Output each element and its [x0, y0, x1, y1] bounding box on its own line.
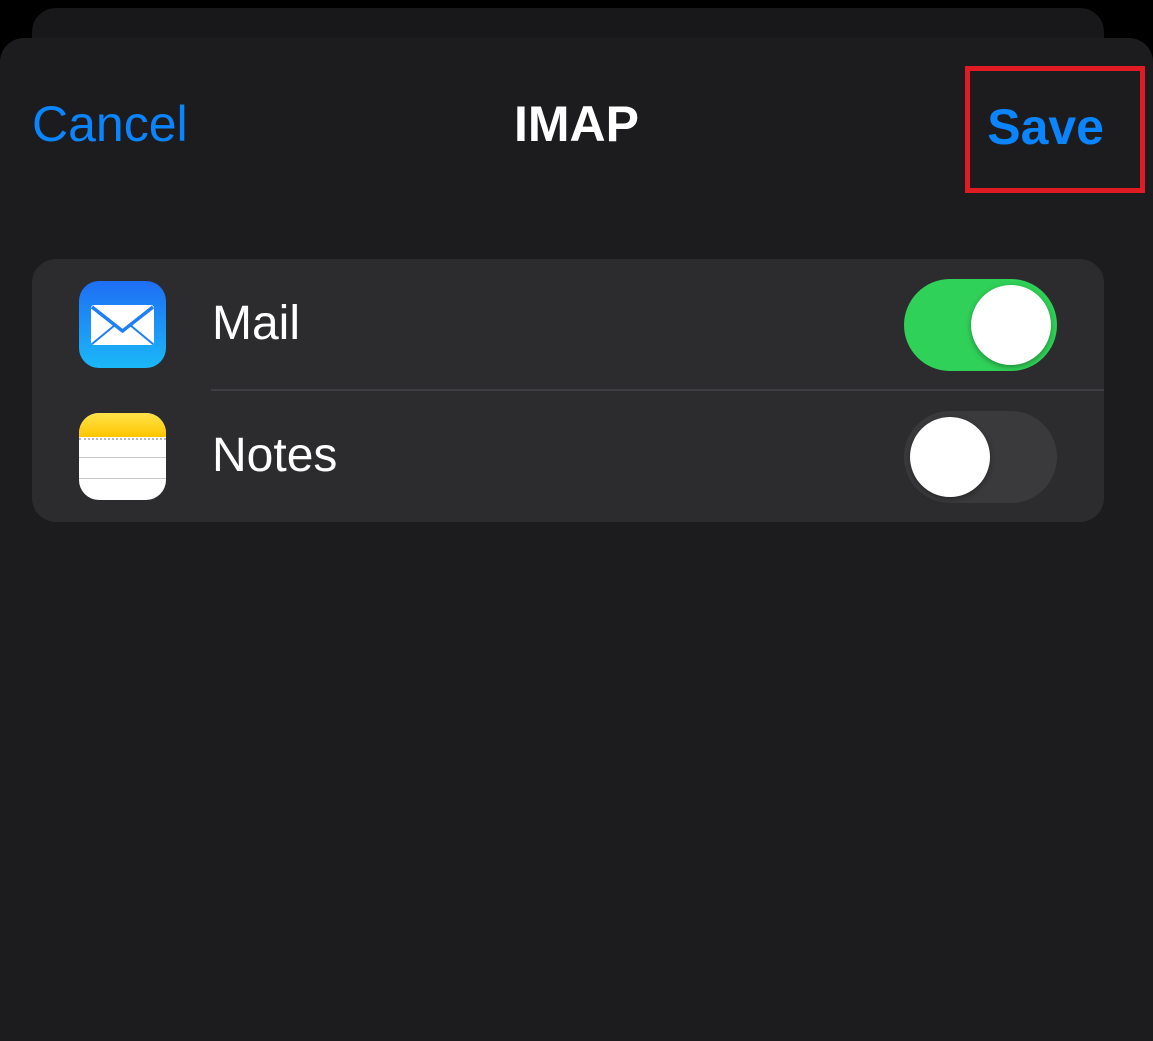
list-item-mail: Mail	[32, 259, 1104, 390]
notes-icon-line	[79, 478, 166, 479]
list-item-notes: Notes	[32, 391, 1104, 522]
notes-icon	[79, 413, 166, 500]
save-button-label: Save	[987, 99, 1104, 155]
mail-label: Mail	[212, 297, 301, 350]
notes-icon-header	[79, 413, 166, 437]
mail-icon	[79, 281, 166, 368]
toggle-knob	[910, 417, 990, 497]
save-button[interactable]: Save	[965, 66, 1145, 193]
notes-toggle[interactable]	[904, 411, 1057, 503]
notes-icon-line	[79, 457, 166, 458]
toggle-knob	[971, 285, 1051, 365]
mail-toggle[interactable]	[904, 279, 1057, 371]
notes-label: Notes	[212, 429, 338, 482]
app-toggle-list: Mail Notes	[32, 259, 1104, 522]
cancel-button[interactable]: Cancel	[32, 94, 188, 154]
notes-icon-perforation	[79, 438, 166, 440]
